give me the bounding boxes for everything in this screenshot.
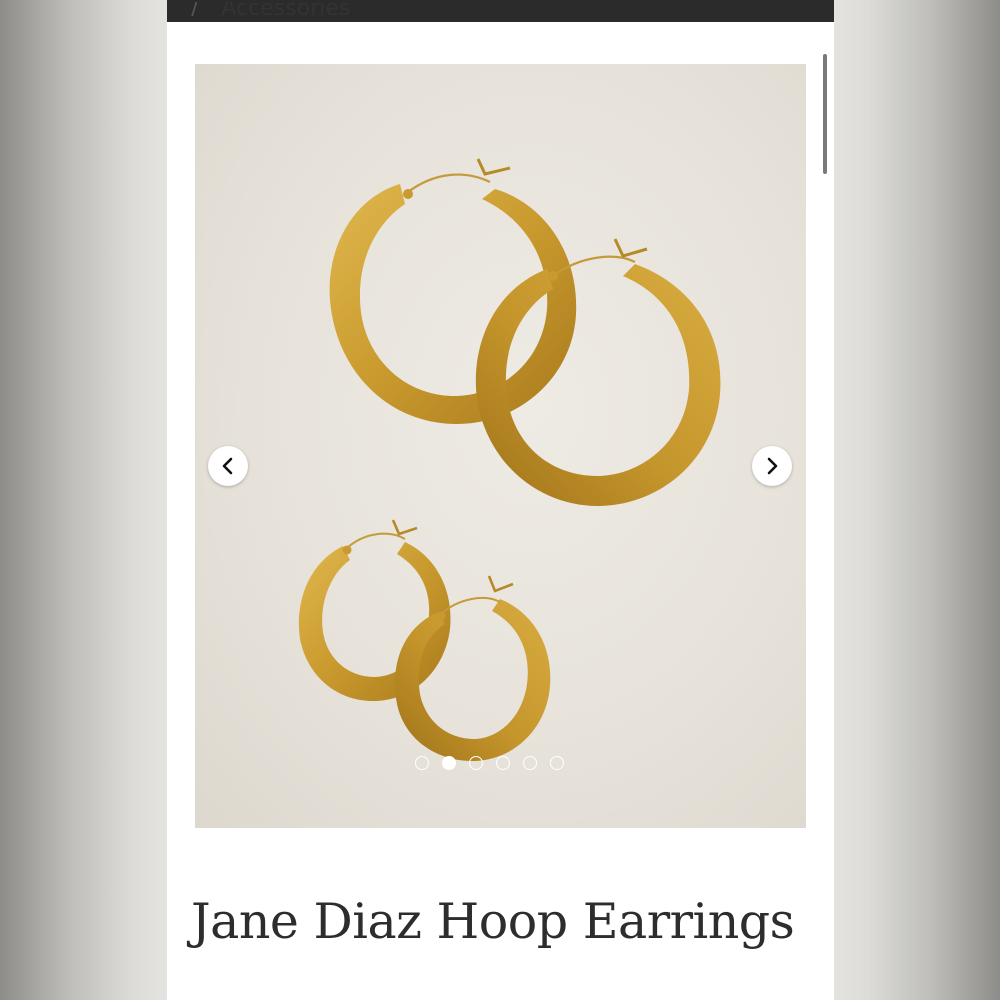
carousel-prev-button[interactable] bbox=[208, 446, 248, 486]
carousel-dot-1[interactable] bbox=[415, 756, 429, 770]
carousel-dot-3[interactable] bbox=[469, 756, 483, 770]
product-title: Jane Diaz Hoop Earrings bbox=[191, 893, 795, 950]
small-hoop-earring-left bbox=[298, 519, 451, 702]
breadcrumb-link-accessories[interactable]: Accessories bbox=[221, 2, 350, 16]
carousel-next-button[interactable] bbox=[752, 446, 792, 486]
carousel-pagination bbox=[415, 756, 564, 770]
carousel-dot-5[interactable] bbox=[523, 756, 537, 770]
breadcrumb: / Accessories bbox=[191, 2, 350, 16]
small-hoop-earring-right bbox=[394, 575, 551, 762]
product-image bbox=[298, 158, 721, 762]
background-blur-right bbox=[834, 0, 1000, 1000]
background-blur-left bbox=[0, 0, 167, 1000]
phone-screen: / Accessories Jane Diaz Hoop Earrings bbox=[167, 0, 834, 1000]
scrollbar[interactable] bbox=[823, 54, 827, 174]
large-hoop-earring-right bbox=[475, 238, 721, 507]
chevron-right-icon bbox=[767, 457, 778, 475]
carousel-dot-2[interactable] bbox=[442, 756, 456, 770]
chevron-left-icon bbox=[222, 457, 233, 475]
carousel-dot-6[interactable] bbox=[550, 756, 564, 770]
breadcrumb-separator: / bbox=[191, 2, 199, 16]
carousel-dot-4[interactable] bbox=[496, 756, 510, 770]
product-image-carousel[interactable] bbox=[195, 64, 806, 828]
